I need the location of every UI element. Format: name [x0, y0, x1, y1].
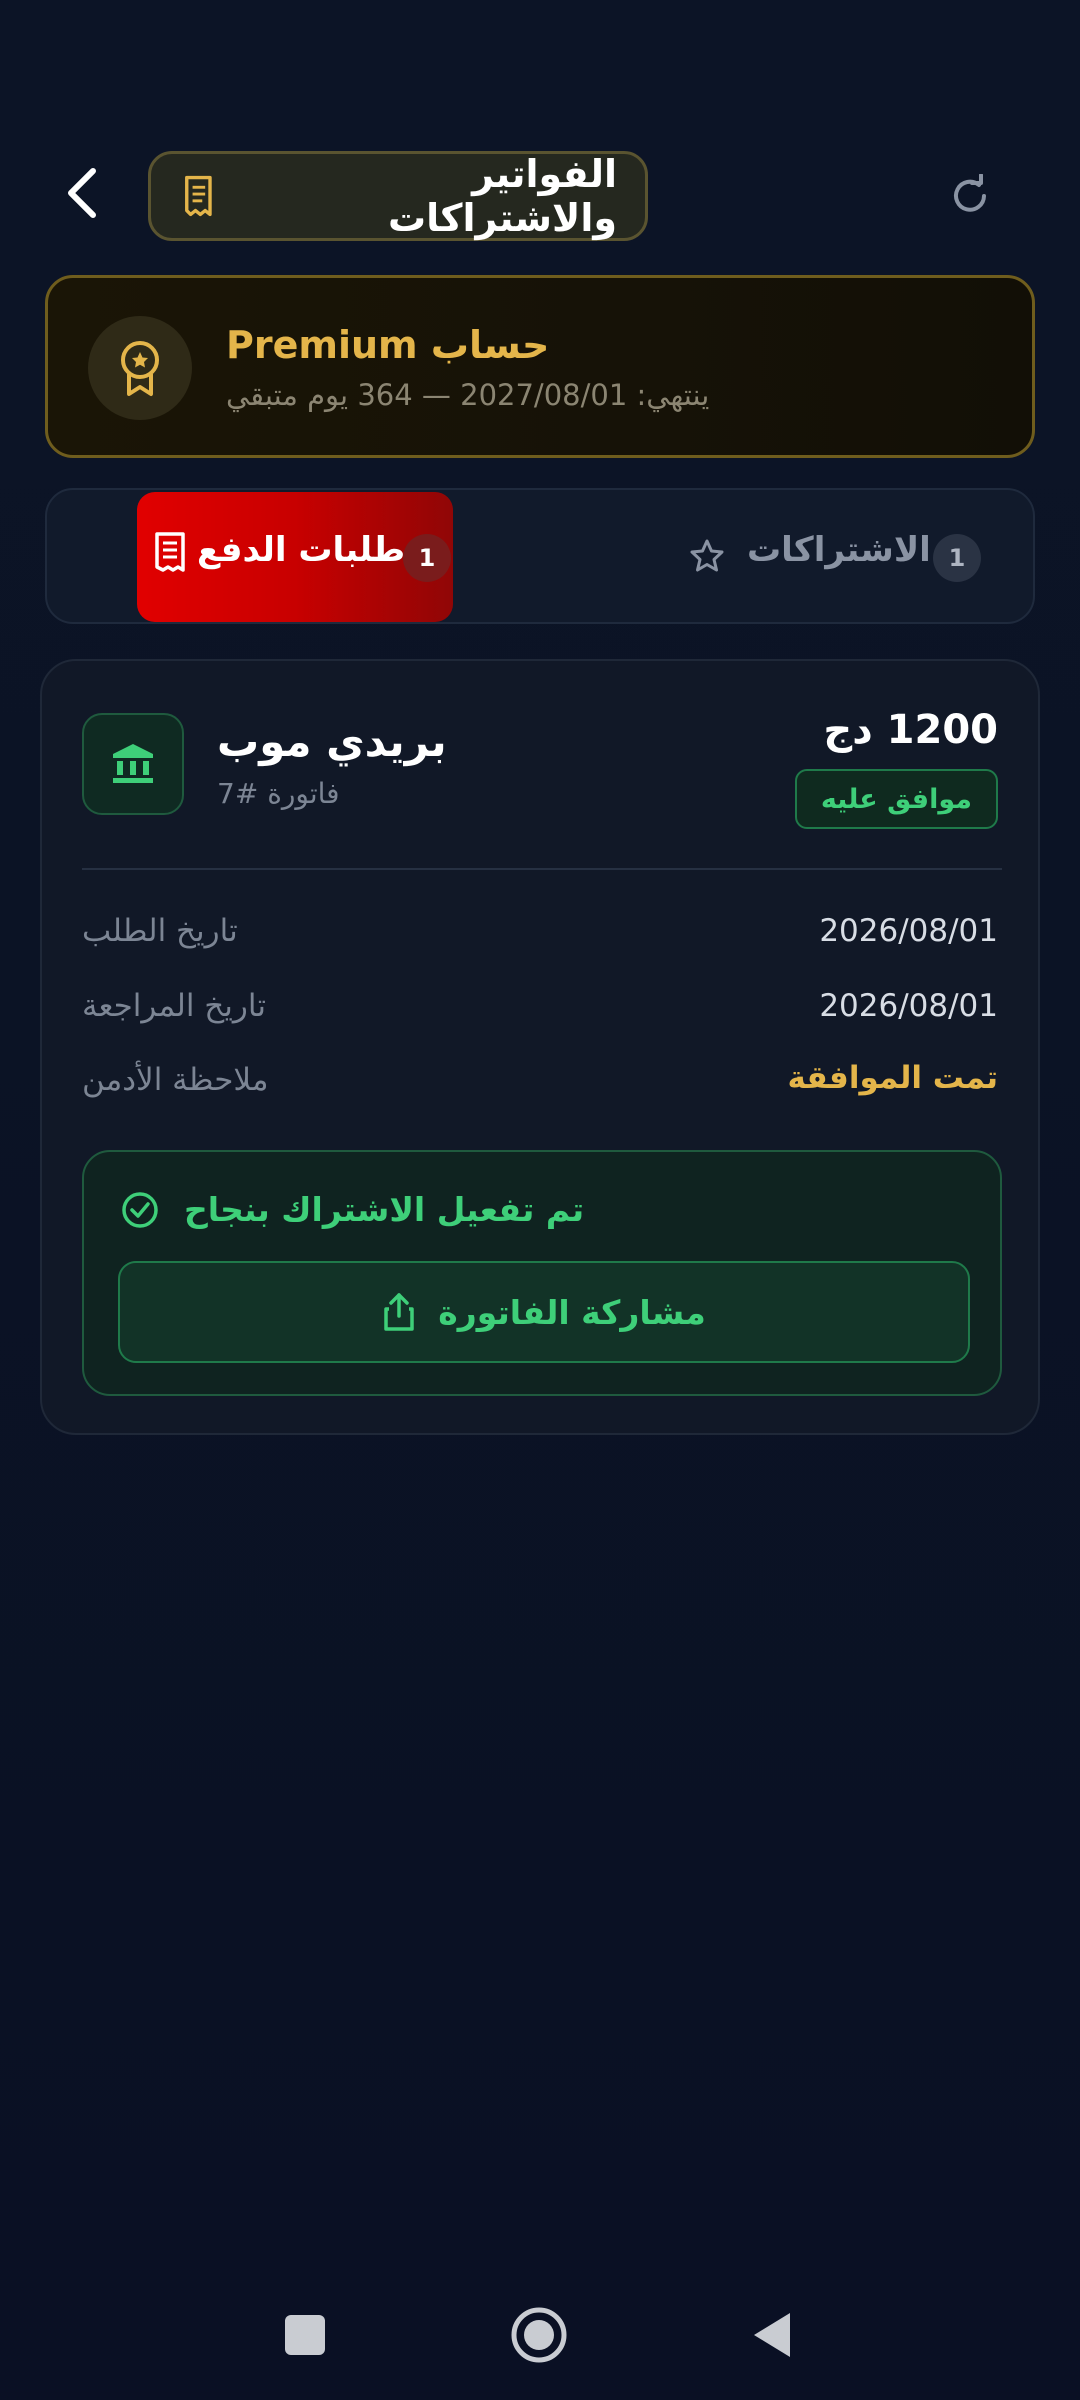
payment-method-name: بريدي موب [217, 717, 447, 766]
invoice-amount: 1200 دج [823, 707, 998, 753]
star-icon [690, 539, 724, 572]
review-date-value: 2026/08/01 [819, 988, 998, 1024]
share-invoice-label: مشاركة الفاتورة [438, 1292, 706, 1332]
tab-payment-requests-count: 1 [403, 534, 451, 582]
tab-payment-requests-label: طلبات الدفع [197, 530, 406, 570]
system-nav-bar [0, 2276, 1080, 2396]
medal-icon [121, 341, 159, 396]
receipt-icon [155, 532, 185, 572]
success-panel: تم تفعيل الاشتراك بنجاح مشاركة الفاتورة [82, 1150, 1002, 1396]
review-date-label: تاريخ المراجعة [82, 988, 266, 1024]
share-icon [384, 1293, 414, 1331]
invoice-number: فاتورة #7 [217, 777, 340, 810]
home-button[interactable] [510, 2306, 568, 2364]
premium-title: حساب Premium [226, 323, 550, 367]
page-title: الفواتير والاشتراكات [387, 152, 617, 240]
invoice-card[interactable]: بريدي موب فاتورة #7 1200 دج موافق عليه ت… [40, 659, 1040, 1435]
check-circle-icon [122, 1192, 158, 1228]
tab-payment-requests[interactable]: طلبات الدفع 1 [137, 492, 453, 622]
screen: الفواتير والاشتراكات حساب Premium ينتهي:… [0, 0, 1080, 2400]
payment-method-icon-box [82, 713, 184, 815]
chevron-left-icon [68, 168, 96, 218]
refresh-icon [954, 174, 986, 212]
refresh-button[interactable] [940, 166, 1000, 226]
tab-subscriptions-count: 1 [933, 534, 981, 582]
tab-subscriptions[interactable]: الاشتراكات 1 [627, 492, 1007, 622]
request-date-value: 2026/08/01 [819, 913, 998, 949]
request-date-label: تاريخ الطلب [82, 913, 238, 949]
recents-button[interactable] [285, 2315, 325, 2355]
success-message: تم تفعيل الاشتراك بنجاح [184, 1190, 585, 1229]
back-triangle-button[interactable] [750, 2310, 794, 2360]
page-title-pill: الفواتير والاشتراكات [148, 151, 648, 241]
admin-note-label: ملاحظة الأدمن [82, 1062, 269, 1098]
divider [82, 868, 1002, 870]
premium-status-card: حساب Premium ينتهي: 2027/08/01 — 364 يوم… [45, 275, 1035, 458]
premium-expiry: ينتهي: 2027/08/01 — 364 يوم متبقي [226, 378, 710, 412]
admin-note-value: تمت الموافقة [787, 1060, 998, 1096]
tab-subscriptions-label: الاشتراكات [747, 530, 931, 570]
receipt-icon [185, 175, 212, 217]
bank-icon [113, 744, 153, 783]
back-button[interactable] [55, 165, 111, 221]
status-badge: موافق عليه [794, 769, 998, 829]
share-invoice-button[interactable]: مشاركة الفاتورة [118, 1261, 970, 1363]
tab-bar: طلبات الدفع 1 الاشتراكات 1 [45, 488, 1035, 624]
medal-badge [88, 316, 192, 420]
